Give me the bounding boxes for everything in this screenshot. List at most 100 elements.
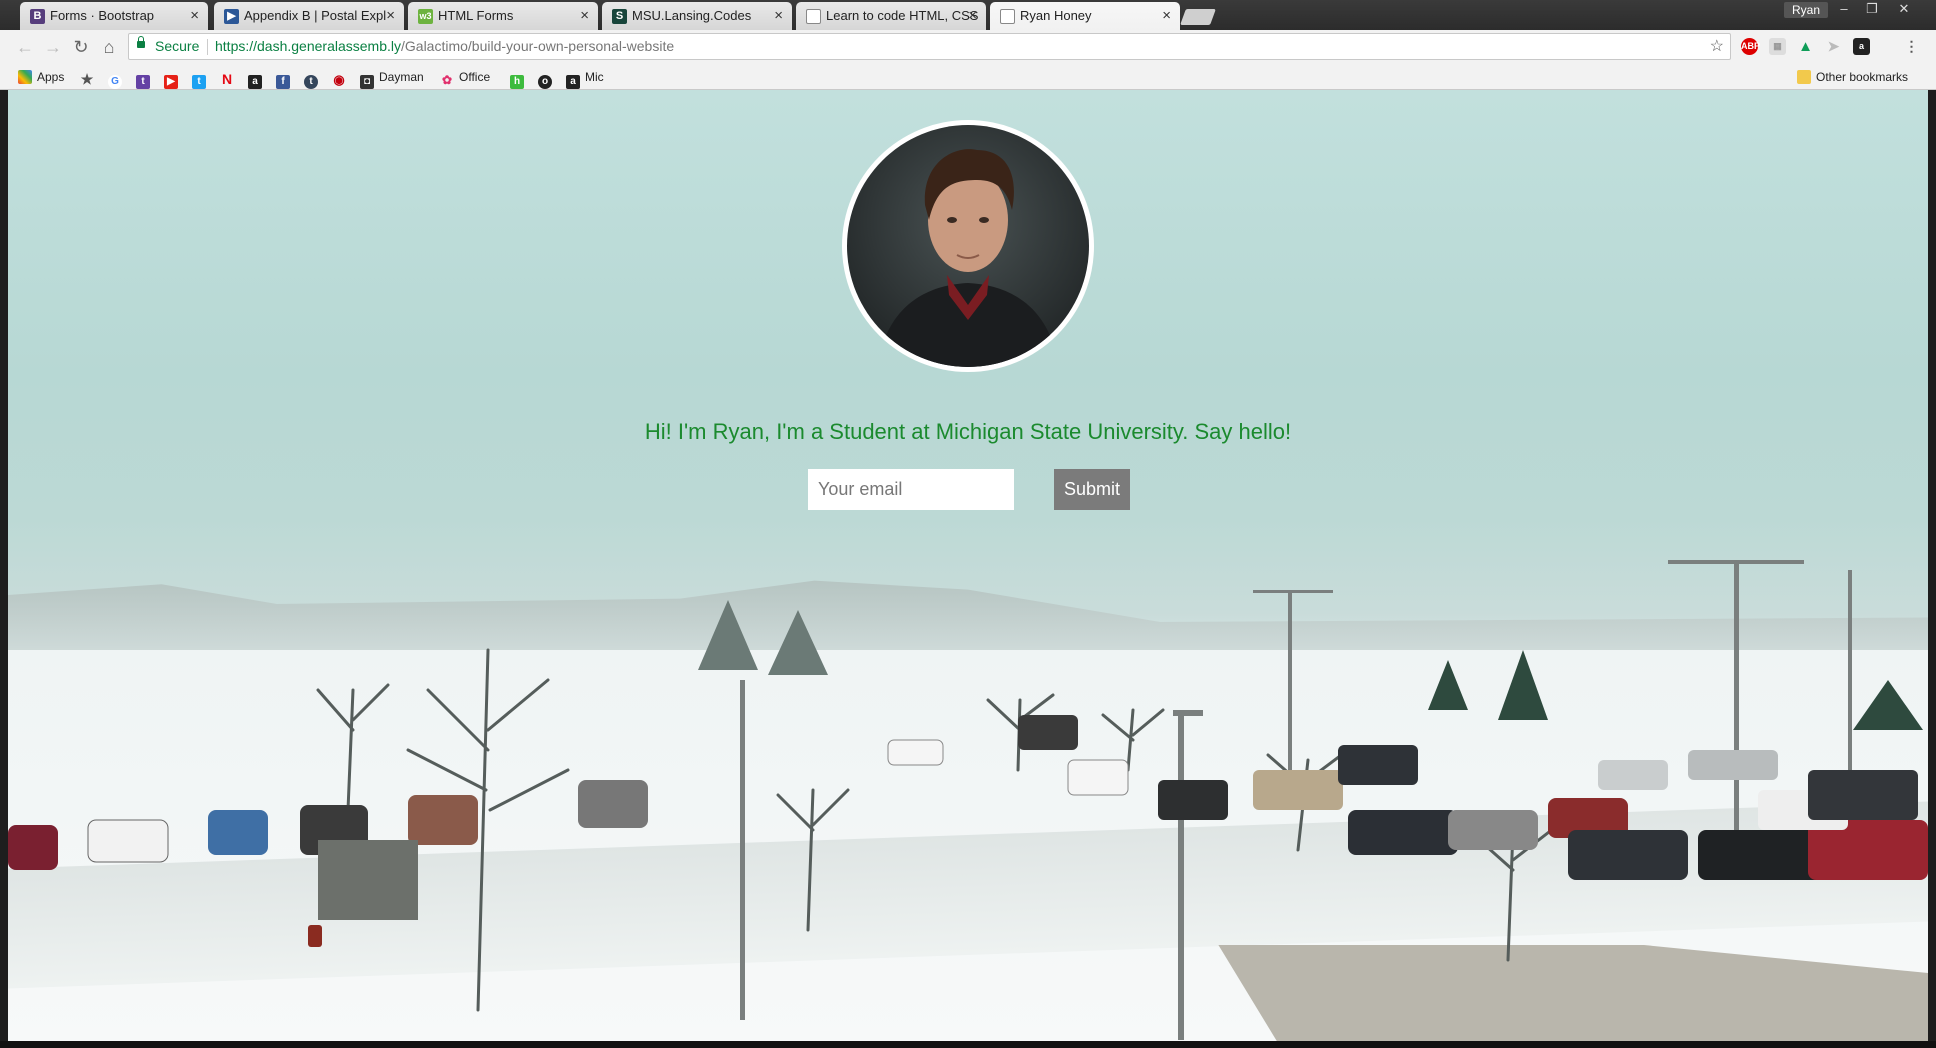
bookmark-mic[interactable]: a Mic — [566, 68, 604, 89]
bookmark-tumblr[interactable]: t — [304, 68, 323, 89]
bookmark-circle[interactable]: o — [538, 68, 557, 89]
tab-title: Appendix B | Postal Expl — [244, 8, 387, 23]
restore-icon[interactable]: ❐ — [1858, 0, 1886, 18]
twitch-icon: t — [136, 75, 150, 89]
bookmarks-bar: Apps ★ G t ▶ t N a f t ◉ ◘ Dayman ✿ Office… — [0, 64, 1936, 90]
email-input[interactable] — [808, 469, 1014, 510]
tab-html-forms[interactable]: w3 HTML Forms × — [408, 2, 598, 30]
tab-title: Learn to code HTML, CSS — [826, 8, 979, 23]
twitter-icon: t — [192, 75, 206, 89]
bookmark-facebook[interactable]: f — [276, 68, 295, 89]
youtube-icon: ▶ — [164, 75, 178, 89]
document-icon — [1000, 9, 1015, 24]
circle-icon: o — [538, 75, 552, 89]
home-icon[interactable]: ⌂ — [98, 36, 120, 58]
bookmark-office[interactable]: ✿ Office — [440, 68, 491, 87]
bookmark-label: Office — [459, 70, 491, 84]
reload-icon[interactable]: ↻ — [70, 36, 92, 58]
bookmark-amazon[interactable]: a — [248, 68, 267, 89]
folder-icon — [1797, 70, 1811, 84]
amazon-icon: a — [248, 75, 262, 89]
back-icon[interactable]: ← — [14, 36, 36, 58]
evergreen-trees — [698, 600, 1923, 730]
star-bookmark-icon: ★ — [80, 71, 94, 87]
bookmark-label: Apps — [37, 70, 65, 84]
address-bar[interactable]: Secure https://dash.generalassemb.ly/Gal… — [128, 33, 1731, 60]
close-icon[interactable]: × — [968, 2, 977, 30]
amazon-extension-icon[interactable]: a — [1853, 38, 1870, 55]
close-window-icon[interactable]: ✕ — [1890, 0, 1918, 18]
url-text: https://dash.generalassemb.ly/Galactimo/… — [215, 34, 674, 59]
close-icon[interactable]: × — [580, 2, 589, 30]
tab-learn-to-code[interactable]: Learn to code HTML, CSS × — [796, 2, 986, 30]
adblock-icon[interactable]: ABP — [1741, 38, 1760, 55]
w3schools-icon: w3 — [418, 9, 433, 24]
profile-photo-image — [847, 125, 1089, 367]
bookmark-lastfm[interactable]: ◉ — [332, 68, 351, 87]
tab-title: Ryan Honey — [1020, 8, 1092, 23]
menu-icon[interactable]: ⋮ — [1903, 38, 1920, 55]
tab-appendix-b[interactable]: ▶ Appendix B | Postal Expl × — [214, 2, 404, 30]
facebook-icon: f — [276, 75, 290, 89]
bookmark-other[interactable]: Other bookmarks — [1797, 68, 1908, 86]
close-icon[interactable]: × — [774, 2, 783, 30]
bookmark-star-icon[interactable]: ☆ — [1710, 34, 1724, 59]
bookmark-google[interactable]: G — [108, 68, 127, 89]
bookmark-netflix[interactable]: N — [220, 68, 239, 86]
document-icon — [806, 9, 821, 24]
tab-title: Forms · Bootstrap — [50, 8, 155, 23]
submit-button[interactable]: Submit — [1054, 469, 1130, 510]
new-tab-button[interactable] — [1180, 9, 1216, 25]
fire-hydrant — [308, 925, 322, 947]
bookmark-twitch[interactable]: t — [136, 68, 155, 89]
page-viewport: Hi! I'm Ryan, I'm a Student at Michigan … — [8, 90, 1928, 1041]
browser-toolbar: ← → ↻ ⌂ Secure https://dash.generalassem… — [0, 30, 1936, 64]
tab-msu-lansing-codes[interactable]: S MSU.Lansing.Codes × — [602, 2, 792, 30]
amazon-icon: a — [566, 75, 580, 89]
hulu-icon: h — [510, 75, 524, 89]
close-icon[interactable]: × — [1162, 2, 1171, 30]
dayman-icon: ◘ — [360, 75, 374, 89]
url-path: /Galactimo/build-your-own-personal-websi… — [401, 38, 675, 54]
profile-button[interactable]: Ryan — [1784, 2, 1829, 18]
apps-icon — [18, 70, 32, 84]
bookmark-dayman[interactable]: ◘ Dayman — [360, 68, 424, 89]
minimize-icon[interactable]: – — [1830, 0, 1858, 18]
tumblr-icon: t — [304, 75, 318, 89]
bookmark-label: Dayman — [379, 70, 424, 84]
bookmark-label: Other bookmarks — [1816, 70, 1909, 84]
close-icon[interactable]: × — [386, 2, 395, 30]
bookmark-star[interactable]: ★ — [80, 68, 99, 86]
person-portrait — [877, 149, 1059, 367]
tab-title: HTML Forms — [438, 8, 514, 23]
tab-ryan-honey[interactable]: Ryan Honey × — [990, 2, 1180, 30]
tab-forms-bootstrap[interactable]: B Forms · Bootstrap × — [20, 2, 208, 30]
url-host: https://dash.generalassemb.ly — [215, 38, 401, 54]
usps-icon: ▶ — [224, 9, 239, 24]
hero-heading: Hi! I'm Ryan, I'm a Student at Michigan … — [644, 419, 1292, 444]
parked-cars — [8, 715, 1928, 920]
lock-icon — [137, 36, 145, 48]
divider — [207, 39, 208, 55]
forward-icon[interactable]: → — [42, 36, 64, 58]
taskbar-strip — [0, 1041, 1936, 1048]
extension-icon[interactable]: ▦ — [1769, 38, 1786, 55]
extension-arrow-icon[interactable]: ➤ — [1825, 38, 1842, 55]
bookmark-youtube[interactable]: ▶ — [164, 68, 183, 89]
lastfm-icon: ◉ — [333, 72, 345, 87]
bookmark-twitter[interactable]: t — [192, 68, 211, 89]
secure-label: Secure — [155, 38, 200, 54]
tab-title: MSU.Lansing.Codes — [632, 8, 752, 23]
close-icon[interactable]: × — [190, 2, 199, 30]
netflix-icon: N — [221, 71, 233, 87]
google-drive-icon[interactable]: ▲ — [1797, 38, 1814, 55]
profile-photo — [842, 120, 1094, 372]
msu-icon: S — [612, 9, 627, 24]
google-icon: G — [108, 75, 122, 89]
nbc-icon: ✿ — [441, 73, 453, 87]
bootstrap-icon: B — [30, 9, 45, 24]
bookmark-label: Mic — [585, 70, 604, 84]
bookmark-apps[interactable]: Apps — [18, 68, 64, 86]
tab-strip: B Forms · Bootstrap × ▶ Appendix B | Pos… — [0, 0, 1936, 30]
bookmark-hulu[interactable]: h — [510, 68, 529, 89]
